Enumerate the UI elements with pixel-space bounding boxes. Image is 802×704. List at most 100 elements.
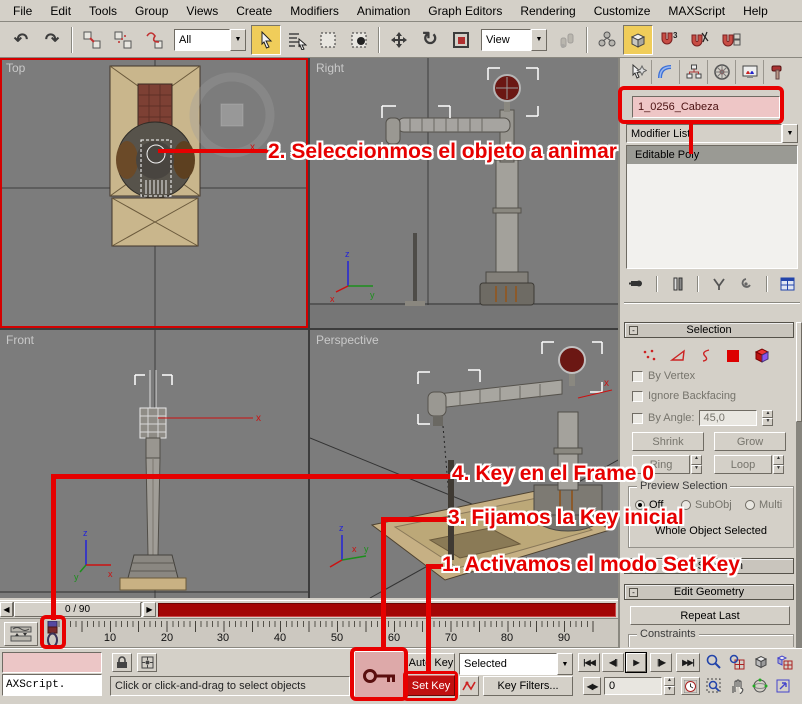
loop-button[interactable]: Loop — [714, 455, 772, 474]
viewport-label-front[interactable]: Front — [6, 333, 34, 347]
viewport-label-right[interactable]: Right — [316, 61, 344, 75]
time-slider-next-icon[interactable]: ▶ — [143, 602, 156, 617]
spinner-snap-toggle-icon[interactable] — [716, 25, 746, 55]
select-and-link-icon[interactable] — [77, 25, 107, 55]
stack-item-editable-poly[interactable]: Editable Poly — [627, 146, 797, 164]
menu-edit[interactable]: Edit — [41, 1, 80, 21]
menu-rendering[interactable]: Rendering — [511, 1, 584, 21]
tab-motion-icon[interactable] — [708, 60, 736, 84]
repeat-last-button[interactable]: Repeat Last — [630, 606, 790, 625]
zoom-extents-all-icon[interactable] — [774, 652, 795, 672]
key-filters-button[interactable]: Key Filters... — [483, 676, 573, 696]
select-and-manipulate-icon[interactable] — [592, 25, 622, 55]
edit-geometry-rollout-header[interactable]: - Edit Geometry — [624, 584, 794, 600]
menu-file[interactable]: File — [4, 1, 41, 21]
preview-multi-radio[interactable]: Multi — [745, 499, 782, 511]
polygon-subobject-icon[interactable] — [726, 348, 740, 363]
zoom-icon[interactable] — [703, 652, 724, 672]
radio-icon[interactable] — [745, 500, 755, 510]
go-to-end-icon[interactable]: ▶▶| — [676, 653, 700, 672]
use-pivot-center-icon[interactable] — [552, 25, 582, 55]
ignore-backfacing-checkbox[interactable]: Ignore Backfacing — [632, 390, 736, 402]
undo-icon[interactable]: ↶ — [6, 25, 36, 55]
previous-frame-icon[interactable]: ◀|| — [602, 653, 624, 672]
angle-snap-toggle-icon[interactable]: 3 — [654, 25, 684, 55]
menu-customize[interactable]: Customize — [585, 1, 660, 21]
menu-views[interactable]: Views — [177, 1, 227, 21]
viewport-front[interactable]: x z y x Front — [0, 330, 308, 598]
menu-group[interactable]: Group — [126, 1, 177, 21]
selection-rollout-header[interactable]: - Selection — [624, 322, 794, 338]
key-subset-dropdown[interactable]: Selected ▼ — [459, 653, 573, 675]
maxscript-listener-pink-row[interactable] — [2, 652, 102, 673]
zoom-region-icon[interactable] — [703, 676, 724, 696]
vertex-subobject-icon[interactable] — [642, 348, 657, 363]
dropdown-arrow-icon[interactable]: ▼ — [782, 124, 798, 143]
arc-rotate-icon[interactable] — [749, 676, 770, 696]
preview-subobj-radio[interactable]: SubObj — [681, 499, 732, 511]
percent-snap-toggle-icon[interactable] — [685, 25, 715, 55]
menu-modifiers[interactable]: Modifiers — [281, 1, 348, 21]
track-bar[interactable]: 10 20 30 40 50 60 70 80 90 — [0, 618, 618, 648]
by-vertex-checkbox[interactable]: By Vertex — [632, 370, 695, 382]
grow-button[interactable]: Grow — [714, 432, 786, 451]
snaps-toggle-button[interactable] — [623, 25, 653, 55]
zoom-extents-icon[interactable] — [750, 652, 771, 672]
play-animation-icon[interactable]: ▶ — [626, 653, 646, 672]
time-slider-handle[interactable]: 0 / 90 — [14, 602, 141, 617]
by-angle-spinner[interactable]: ▲▼ — [762, 410, 773, 426]
selection-lock-icon[interactable] — [112, 653, 132, 672]
auto-key-button[interactable]: Auto Key — [407, 653, 455, 673]
collapse-icon[interactable]: - — [629, 326, 638, 335]
viewport-label-perspective[interactable]: Perspective — [316, 333, 379, 347]
rectangular-selection-region-icon[interactable] — [313, 25, 343, 55]
dropdown-arrow-icon[interactable]: ▼ — [557, 653, 573, 675]
checkbox-icon[interactable] — [632, 413, 643, 424]
configure-modifier-sets-icon[interactable] — [777, 275, 798, 293]
tab-utilities-icon[interactable] — [764, 60, 792, 84]
selection-filter-dropdown[interactable]: All ▼ — [174, 29, 246, 51]
show-end-result-icon[interactable] — [667, 275, 688, 293]
go-to-start-icon[interactable]: |◀◀ — [578, 653, 600, 672]
remove-modifier-icon[interactable] — [736, 275, 757, 293]
menu-help[interactable]: Help — [734, 1, 777, 21]
make-unique-icon[interactable] — [708, 275, 729, 293]
tab-hierarchy-icon[interactable] — [680, 60, 708, 84]
loop-spinner[interactable]: ▲▼ — [773, 455, 784, 474]
viewport-right[interactable]: z y x Right — [310, 58, 618, 328]
next-frame-icon[interactable]: ||▶ — [650, 653, 672, 672]
menu-maxscript[interactable]: MAXScript — [659, 1, 734, 21]
frame-spinner[interactable]: ▲▼ — [664, 677, 675, 695]
dropdown-arrow-icon[interactable]: ▼ — [531, 29, 547, 51]
redo-icon[interactable]: ↷ — [37, 25, 67, 55]
pan-hand-icon[interactable] — [726, 676, 747, 696]
zoom-all-icon[interactable] — [726, 652, 747, 672]
tab-create-icon[interactable] — [624, 60, 652, 84]
modifier-stack[interactable]: Editable Poly — [626, 145, 798, 269]
by-angle-checkbox[interactable]: By Angle: 45,0 ▲▼ — [632, 410, 773, 426]
collapse-icon[interactable]: - — [629, 588, 638, 597]
maximize-viewport-toggle-icon[interactable] — [772, 676, 793, 696]
select-and-move-icon[interactable] — [384, 25, 414, 55]
open-mini-curve-editor-icon[interactable] — [4, 622, 38, 646]
panel-scrollbar[interactable] — [796, 322, 802, 648]
tab-modify-icon[interactable] — [652, 60, 680, 84]
menu-create[interactable]: Create — [227, 1, 281, 21]
unlink-selection-icon[interactable] — [108, 25, 138, 55]
key-mode-toggle-icon[interactable]: ◀▶ — [583, 677, 601, 695]
element-subobject-icon[interactable] — [753, 347, 770, 363]
modifier-list-dropdown[interactable]: Modifier List ▼ — [626, 124, 798, 143]
scrollbar-thumb[interactable] — [796, 322, 802, 422]
menu-animation[interactable]: Animation — [348, 1, 419, 21]
window-crossing-icon[interactable] — [344, 25, 374, 55]
menu-tools[interactable]: Tools — [80, 1, 126, 21]
by-angle-field[interactable]: 45,0 — [699, 410, 757, 426]
ring-spinner[interactable]: ▲▼ — [691, 455, 702, 474]
tab-display-icon[interactable] — [736, 60, 764, 84]
border-subobject-icon[interactable] — [699, 348, 713, 363]
absolute-offset-mode-icon[interactable] — [137, 653, 157, 672]
reference-coordinate-dropdown[interactable]: View ▼ — [481, 29, 547, 51]
shrink-button[interactable]: Shrink — [632, 432, 704, 451]
dropdown-arrow-icon[interactable]: ▼ — [230, 29, 246, 51]
new-key-tangent-icon[interactable] — [459, 676, 479, 696]
